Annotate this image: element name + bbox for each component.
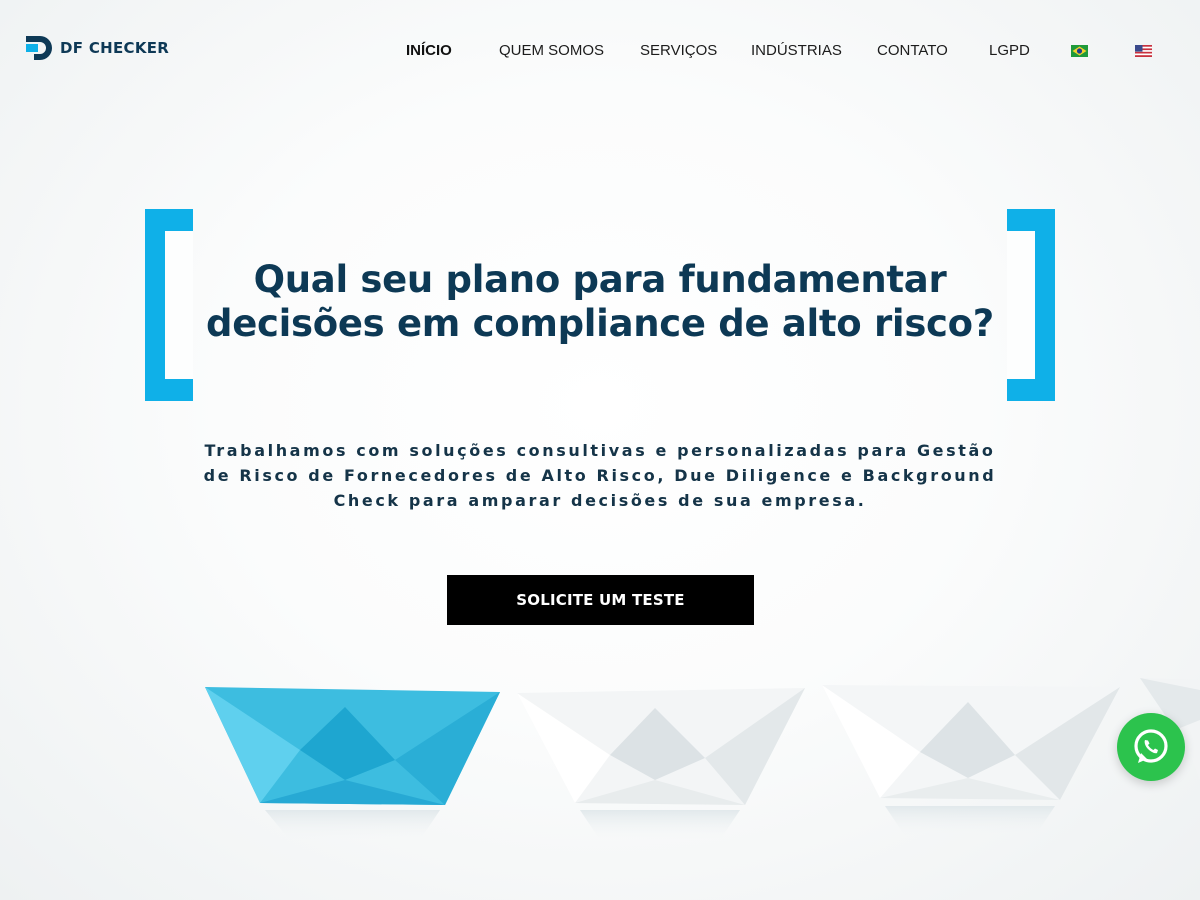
headline-line-2: decisões em compliance de alto risco? (206, 302, 994, 345)
nav-item-inicio[interactable]: INÍCIO (406, 42, 452, 59)
nav-item-industrias[interactable]: INDÚSTRIAS (751, 42, 842, 59)
subtitle-line-2: de Risco de Fornecedores de Alto Risco, … (203, 466, 997, 485)
nav-item-contato[interactable]: CONTATO (877, 42, 948, 59)
nav-item-servicos[interactable]: SERVIÇOS (640, 42, 717, 59)
white-paper-boat (822, 685, 1120, 836)
site-header: DF CHECKER INÍCIO QUEM SOMOS SERVIÇOS IN… (0, 0, 1200, 104)
paper-boats-image (205, 678, 1200, 840)
headline-line-1: Qual seu plano para fundamentar (253, 258, 947, 301)
hero-subtitle: Trabalhamos com soluções consultivas e p… (200, 438, 1000, 513)
whatsapp-icon (1134, 729, 1168, 763)
subtitle-line-3: Check para amparar decisões de sua empre… (333, 491, 867, 510)
left-bracket-decoration (145, 209, 193, 401)
nav-item-quem-somos[interactable]: QUEM SOMOS (499, 42, 604, 59)
nav-item-lgpd[interactable]: LGPD (989, 42, 1030, 59)
right-bracket-decoration (1007, 209, 1055, 401)
subtitle-line-1: Trabalhamos com soluções consultivas e p… (204, 441, 996, 460)
request-test-button[interactable]: SOLICITE UM TESTE (447, 575, 754, 625)
brazil-flag-icon[interactable] (1071, 45, 1088, 57)
hero-headline: Qual seu plano para fundamentar decisões… (190, 258, 1010, 346)
us-flag-icon[interactable] (1135, 45, 1152, 57)
main-nav: INÍCIO QUEM SOMOS SERVIÇOS INDÚSTRIAS CO… (0, 42, 1200, 62)
white-paper-boat (517, 688, 805, 840)
blue-paper-boat (205, 687, 500, 840)
whatsapp-button[interactable] (1117, 713, 1185, 781)
